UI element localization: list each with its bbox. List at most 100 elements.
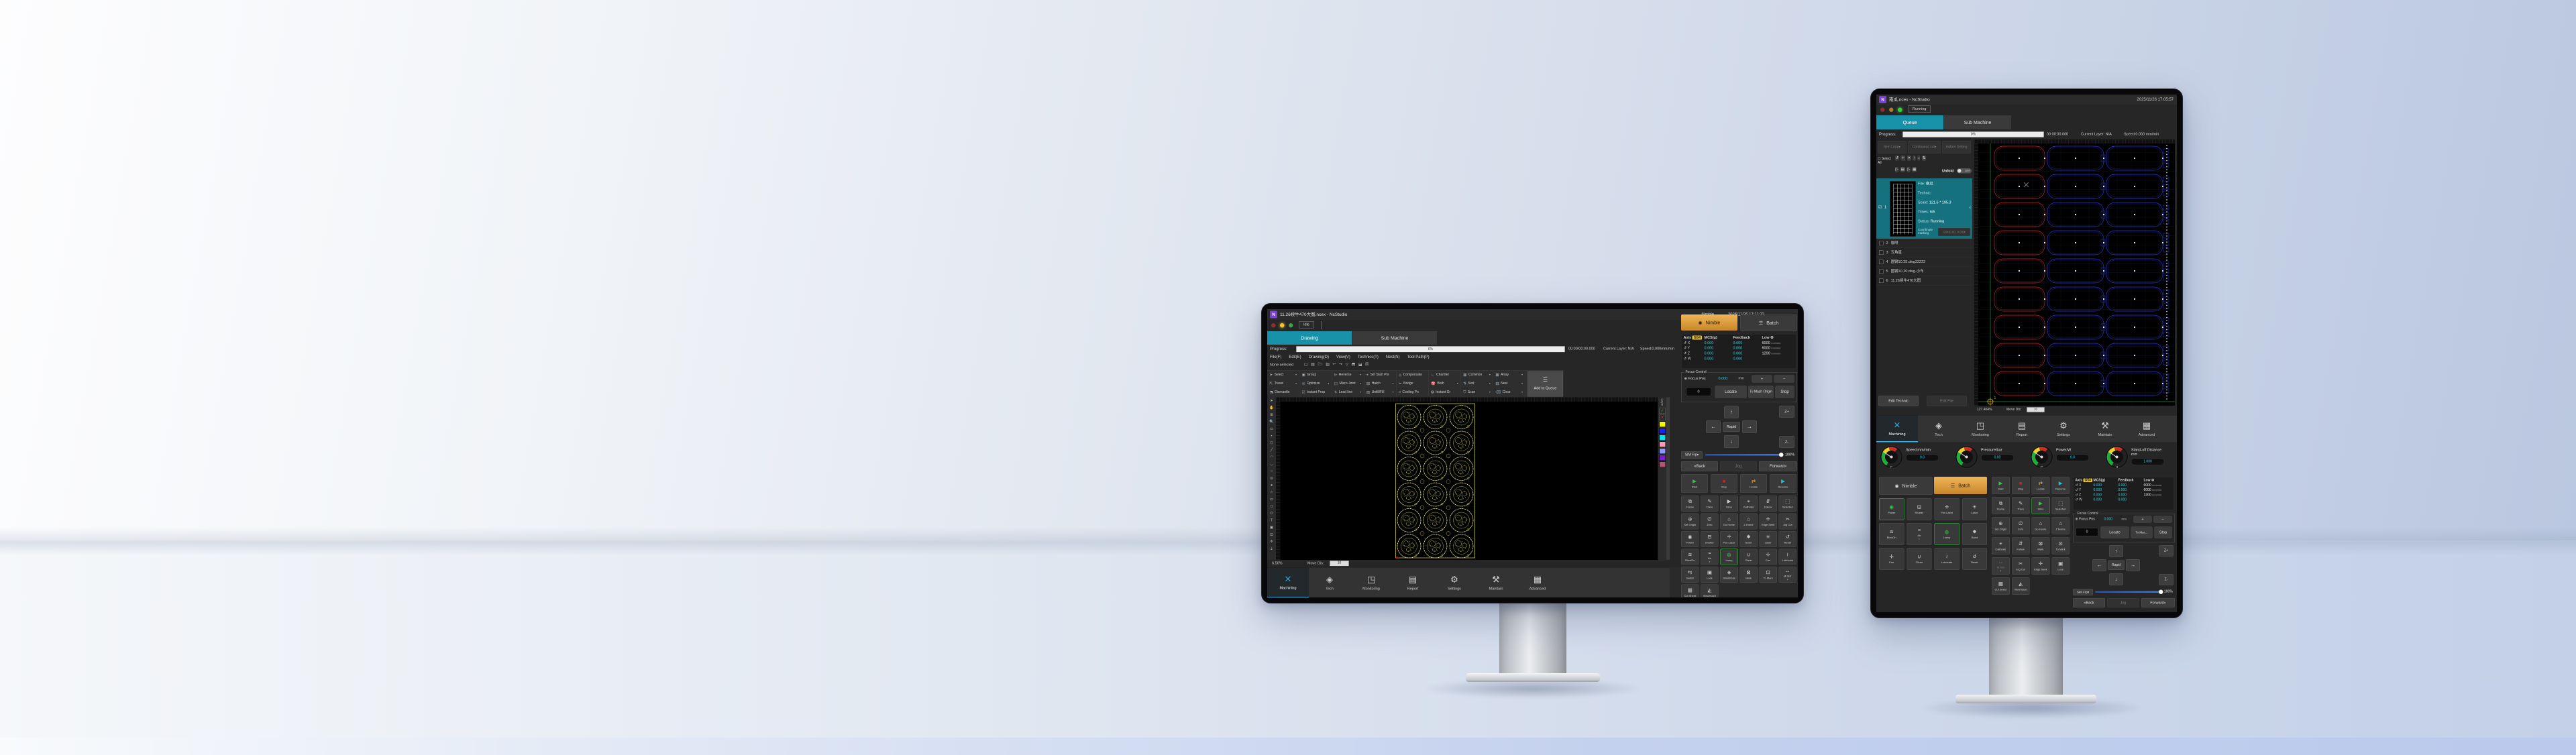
ribbon-button[interactable]: ⇅Sort▾ <box>1461 380 1493 388</box>
queue-tool-button[interactable]: ⇅ <box>1922 156 1926 160</box>
queue-item[interactable]: 2咖啡 <box>1876 239 1972 248</box>
action-button[interactable]: ⬚Selected <box>2051 497 2070 514</box>
machine-button[interactable]: ⊟Shutter <box>1701 531 1719 547</box>
utility-button[interactable]: ✢Fan <box>1879 548 1904 570</box>
back-button[interactable]: « Back <box>1681 461 1718 471</box>
machine-button[interactable]: ✛Edge Seek <box>1759 514 1777 530</box>
drawing-tool-icon[interactable]: ▭ <box>1268 496 1275 504</box>
mode-batch-button[interactable]: ☰Batch <box>1934 477 1987 494</box>
ribbon-button[interactable]: ▩Array▾ <box>1493 371 1525 380</box>
ribbon-button[interactable]: ▥Nest▾ <box>1493 380 1525 388</box>
edit-technic-button[interactable]: Edit Technic <box>1878 396 1919 406</box>
jog-rapid-button[interactable]: Rapid <box>2108 561 2125 571</box>
machine-button[interactable]: ▶Simu <box>1720 496 1738 512</box>
quick-tool-icon[interactable]: ☒ <box>1365 362 1368 367</box>
unfold-toggle[interactable]: OFF <box>1957 168 1972 174</box>
machine-button[interactable]: ✳Laser <box>1759 531 1777 547</box>
tab-sub-machine[interactable]: Sub Machine <box>1944 115 2011 129</box>
machine-button[interactable]: ∅Zero <box>1701 514 1719 530</box>
utility-button[interactable]: ∪Clean <box>1907 548 1931 570</box>
queue-tool-button[interactable]: ↓ <box>1917 156 1920 160</box>
nav-item[interactable]: ◈Tech <box>1309 568 1350 598</box>
jog-up-button[interactable]: ↑ <box>2109 545 2123 557</box>
drawing-tool-icon[interactable]: ⤓ <box>1268 545 1275 553</box>
layer-color-swatch[interactable] <box>1659 421 1666 427</box>
machine-state-button[interactable]: Idle <box>1299 321 1314 328</box>
ribbon-button[interactable]: ⌫Clear▾ <box>1493 388 1525 397</box>
machine-button[interactable]: ⬚Selected <box>1778 496 1796 512</box>
drawing-tool-icon[interactable]: ● <box>1268 482 1275 489</box>
utility-button[interactable]: ✸Burst <box>1962 523 1987 545</box>
slider-track[interactable] <box>1705 454 1781 456</box>
queue-tool-button[interactable]: ▦ <box>1913 167 1917 172</box>
action-button[interactable]: ⊕Set Origin <box>1992 517 2010 534</box>
ribbon-button[interactable]: ◬Compensate <box>1397 371 1429 380</box>
utility-button[interactable]: ↺Reset <box>1962 548 1987 570</box>
action-button[interactable]: ◭ViewTeach <box>2012 577 2030 595</box>
layer-color-swatch[interactable] <box>1659 455 1666 461</box>
item-checkbox[interactable]: ☑ <box>1878 205 1882 209</box>
machine-button[interactable]: ✂Jog Cut <box>1778 514 1796 530</box>
layer-color-swatch[interactable] <box>1659 434 1666 441</box>
focus-locate-button[interactable]: Locate <box>1715 386 1747 398</box>
utility-button[interactable]: ⊟Shutter <box>1907 498 1931 520</box>
ribbon-button[interactable]: ⌑Cooling Po <box>1397 388 1429 397</box>
queue-tool-button[interactable]: ✕ <box>1907 156 1911 160</box>
machine-button[interactable]: ✢Fan <box>1759 549 1777 565</box>
queue-item[interactable]: 3五角星 <box>1876 248 1972 257</box>
ribbon-button[interactable]: ◫Micro Joint▾ <box>1332 380 1364 388</box>
quick-tool-icon[interactable]: ▽ <box>1346 362 1349 367</box>
ribbon-button[interactable]: ⛉Scan▾ <box>1461 388 1493 397</box>
drawing-tool-icon[interactable]: ⬭ <box>1268 510 1275 518</box>
queue-tool-button[interactable]: ▷ <box>1907 167 1910 172</box>
sim-frp-select[interactable]: SIM Frp ▾ <box>2073 589 2093 595</box>
queue-tool-button[interactable]: ↺ <box>1895 156 1899 160</box>
jog-up-button[interactable]: ↑ <box>1724 406 1739 418</box>
action-button[interactable]: ✎Trace <box>2012 497 2030 514</box>
menu-item[interactable]: File(F) <box>1270 355 1281 359</box>
machine-button[interactable]: ∪Clean <box>1739 549 1758 565</box>
machine-button[interactable]: ⇆Switch <box>1681 567 1699 583</box>
edit-file-button[interactable]: Edit File <box>1927 396 1967 406</box>
tab-queue[interactable]: Queue <box>1876 115 1943 129</box>
drawing-tool-icon[interactable]: ✛ <box>1268 538 1275 546</box>
machine-button[interactable]: ↔M Dist▾ <box>1778 567 1796 583</box>
machine-button[interactable]: ⊡To Mark <box>1759 567 1777 583</box>
focus-minus-button[interactable]: − <box>2154 516 2172 523</box>
ribbon-button[interactable]: ≒Bridge <box>1397 380 1429 388</box>
ribbon-button[interactable]: ☑Instant Prop <box>1299 388 1332 397</box>
tab-drawing[interactable]: Drawing <box>1267 331 1352 345</box>
action-button[interactable]: ↔M Dist▾ <box>1992 557 2010 575</box>
action-button[interactable]: ⇄Locate <box>2032 477 2050 494</box>
queue-tool-button[interactable]: ▤ <box>1900 167 1904 172</box>
drawing-tool-icon[interactable]: ➤ <box>1268 398 1275 405</box>
ribbon-button[interactable]: ⌖Set Start Poi <box>1364 371 1396 380</box>
move-dis-input[interactable]: 10 <box>1330 561 1349 567</box>
to-mach-origin-button[interactable]: To Mac... <box>2131 527 2153 538</box>
jog-right-button[interactable]: → <box>2126 559 2140 571</box>
focus-stop-button[interactable]: Stop <box>1776 386 1794 398</box>
jog-left-button[interactable]: ← <box>2092 559 2106 571</box>
utility-button[interactable]: ≀Lubricate <box>1935 548 1960 570</box>
layer-color-swatch[interactable] <box>1659 448 1666 454</box>
machine-button[interactable]: ✎Trace <box>1701 496 1719 512</box>
focus-plus-button[interactable]: + <box>1752 375 1772 383</box>
drawing-tool-icon[interactable]: ╱ <box>1268 447 1275 454</box>
nav-item[interactable]: ◳Monitoring <box>1960 416 2001 443</box>
jog-mode-button[interactable]: Jog <box>2107 598 2139 607</box>
machine-button[interactable]: ≋BlowOn <box>1681 549 1699 565</box>
queue-item-active[interactable]: ☑ 1 File: 南瓜 Technic: Scale: 121.6 * 195… <box>1876 178 1972 239</box>
quick-tool-icon[interactable]: ⬒ <box>1352 362 1356 367</box>
action-button[interactable]: ⇵Follow <box>2012 537 2030 555</box>
sim-frp-select[interactable]: SIM Frp ▾ <box>1681 451 1703 459</box>
nav-item[interactable]: ⚒Maintain <box>1475 568 1517 598</box>
machine-button[interactable]: ◈ShieldGas <box>1720 567 1738 583</box>
back-button[interactable]: « Back <box>2073 598 2105 607</box>
drawing-tool-icon[interactable]: T <box>1268 517 1275 524</box>
queue-tool-button[interactable]: ＋ <box>1901 156 1906 160</box>
layer-color-swatch[interactable] <box>1659 441 1666 447</box>
jog-zplus-button[interactable]: Z+ <box>1779 406 1794 418</box>
machine-button[interactable]: ◍Lamp <box>1720 549 1738 565</box>
drawing-tool-icon[interactable]: ⊞ <box>1268 412 1275 419</box>
action-button[interactable]: ⌂Z Home <box>2051 517 2070 534</box>
